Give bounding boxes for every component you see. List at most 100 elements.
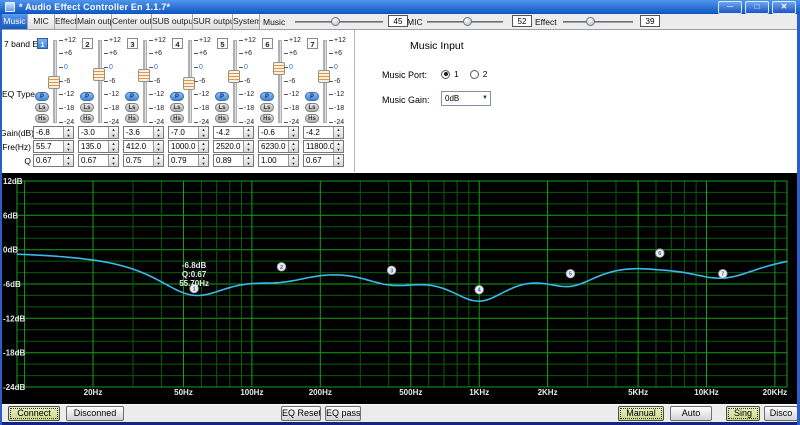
- spin-down-icon[interactable]: ▼: [109, 161, 118, 167]
- eq-band-1-type-hs-button[interactable]: Hs: [35, 114, 49, 123]
- spinner-arrows[interactable]: ▲▼: [288, 127, 298, 138]
- eq-band-3-type-p-button[interactable]: P: [125, 92, 139, 101]
- eq-band-6-type-p-button[interactable]: P: [260, 92, 274, 101]
- spin-down-icon[interactable]: ▼: [334, 133, 343, 139]
- music-slider-thumb[interactable]: [331, 17, 340, 26]
- eq-band-6-freq-input[interactable]: 6230.0▲▼: [258, 140, 299, 153]
- eq-pass-button[interactable]: EQ pass: [325, 406, 361, 421]
- effect-slider-value[interactable]: 39: [640, 15, 660, 27]
- spinner-arrows[interactable]: ▲▼: [243, 141, 253, 152]
- spinner-arrows[interactable]: ▲▼: [63, 155, 73, 166]
- spinner-arrows[interactable]: ▲▼: [153, 141, 163, 152]
- spin-down-icon[interactable]: ▼: [289, 133, 298, 139]
- eq-band-5-freq-input[interactable]: 2520.0▲▼: [213, 140, 254, 153]
- disconned-button[interactable]: Disconned: [66, 406, 124, 421]
- tab-effect[interactable]: Effect: [55, 14, 77, 29]
- eq-reset-button[interactable]: EQ Reset: [281, 406, 321, 421]
- eq-band-7-type-p-button[interactable]: P: [305, 92, 319, 101]
- eq-band-1-freq-input[interactable]: 55.7▲▼: [33, 140, 74, 153]
- spin-down-icon[interactable]: ▼: [244, 133, 253, 139]
- spin-down-icon[interactable]: ▼: [64, 147, 73, 153]
- eq-band-7-type-hs-button[interactable]: Hs: [305, 114, 319, 123]
- eq-band-1-gain-input[interactable]: -6.8▲▼: [33, 126, 74, 139]
- spinner-arrows[interactable]: ▲▼: [153, 127, 163, 138]
- eq-band-5-q-input[interactable]: 0.89▲▼: [213, 154, 254, 167]
- spinner-arrows[interactable]: ▲▼: [333, 155, 343, 166]
- eq-band-5-type-ls-button[interactable]: Ls: [215, 103, 229, 112]
- close-icon[interactable]: ✕: [772, 1, 796, 14]
- spin-down-icon[interactable]: ▼: [199, 133, 208, 139]
- spin-down-icon[interactable]: ▼: [109, 133, 118, 139]
- disco-button[interactable]: Disco: [764, 406, 798, 421]
- eq-band-7-q-input[interactable]: 0.67▲▼: [303, 154, 344, 167]
- eq-band-3-q-input[interactable]: 0.75▲▼: [123, 154, 164, 167]
- eq-band-1-selector[interactable]: 1: [37, 38, 48, 49]
- eq-band-7-freq-input[interactable]: 11800.0▲▼: [303, 140, 344, 153]
- spin-down-icon[interactable]: ▼: [244, 147, 253, 153]
- spin-down-icon[interactable]: ▼: [109, 147, 118, 153]
- eq-band-4-freq-input[interactable]: 1000.0▲▼: [168, 140, 209, 153]
- mic-slider-thumb[interactable]: [463, 17, 472, 26]
- spinner-arrows[interactable]: ▲▼: [108, 141, 118, 152]
- spinner-arrows[interactable]: ▲▼: [198, 155, 208, 166]
- eq-band-6-selector[interactable]: 6: [262, 38, 273, 49]
- spinner-arrows[interactable]: ▲▼: [198, 141, 208, 152]
- eq-band-2-type-hs-button[interactable]: Hs: [80, 114, 94, 123]
- eq-band-5-type-p-button[interactable]: P: [215, 92, 229, 101]
- spinner-arrows[interactable]: ▲▼: [243, 127, 253, 138]
- eq-band-4-type-p-button[interactable]: P: [170, 92, 184, 101]
- eq-band-3-type-ls-button[interactable]: Ls: [125, 103, 139, 112]
- spinner-arrows[interactable]: ▲▼: [153, 155, 163, 166]
- eq-band-4-gain-input[interactable]: -7.0▲▼: [168, 126, 209, 139]
- music-gain-select[interactable]: 0dB ▼: [441, 91, 491, 106]
- eq-band-3-gain-input[interactable]: -3.6▲▼: [123, 126, 164, 139]
- spin-down-icon[interactable]: ▼: [334, 161, 343, 167]
- eq-band-4-type-ls-button[interactable]: Ls: [170, 103, 184, 112]
- spinner-arrows[interactable]: ▲▼: [198, 127, 208, 138]
- tab-music[interactable]: Music: [2, 14, 28, 29]
- spinner-arrows[interactable]: ▲▼: [333, 141, 343, 152]
- spinner-arrows[interactable]: ▲▼: [333, 127, 343, 138]
- sing-button[interactable]: Sing: [726, 406, 760, 421]
- eq-band-4-selector[interactable]: 4: [172, 38, 183, 49]
- spin-down-icon[interactable]: ▼: [244, 161, 253, 167]
- music-port-1-radio[interactable]: [441, 70, 450, 79]
- eq-band-3-type-hs-button[interactable]: Hs: [125, 114, 139, 123]
- eq-band-2-freq-input[interactable]: 135.0▲▼: [78, 140, 119, 153]
- eq-band-2-selector[interactable]: 2: [82, 38, 93, 49]
- tab-mic[interactable]: MIC: [28, 14, 55, 29]
- tab-sur-output[interactable]: SUR output: [193, 14, 233, 29]
- spinner-arrows[interactable]: ▲▼: [108, 127, 118, 138]
- spinner-arrows[interactable]: ▲▼: [288, 141, 298, 152]
- eq-band-5-selector[interactable]: 5: [217, 38, 228, 49]
- music-slider-value[interactable]: 45: [388, 15, 408, 27]
- eq-band-6-type-hs-button[interactable]: Hs: [260, 114, 274, 123]
- eq-band-2-type-ls-button[interactable]: Ls: [80, 103, 94, 112]
- eq-band-2-gain-input[interactable]: -3.0▲▼: [78, 126, 119, 139]
- eq-band-4-q-input[interactable]: 0.79▲▼: [168, 154, 209, 167]
- auto-button[interactable]: Auto: [670, 406, 712, 421]
- spinner-arrows[interactable]: ▲▼: [108, 155, 118, 166]
- tab-sub-output[interactable]: SUB output: [152, 14, 193, 29]
- eq-band-4-type-hs-button[interactable]: Hs: [170, 114, 184, 123]
- eq-band-3-freq-input[interactable]: 412.0▲▼: [123, 140, 164, 153]
- spinner-arrows[interactable]: ▲▼: [63, 141, 73, 152]
- eq-band-6-q-input[interactable]: 1.00▲▼: [258, 154, 299, 167]
- tab-system[interactable]: System: [233, 14, 260, 29]
- eq-band-2-type-p-button[interactable]: P: [80, 92, 94, 101]
- eq-band-5-type-hs-button[interactable]: Hs: [215, 114, 229, 123]
- eq-band-6-type-ls-button[interactable]: Ls: [260, 103, 274, 112]
- music-port-2-radio[interactable]: [470, 70, 479, 79]
- mic-slider-value[interactable]: 52: [512, 15, 532, 27]
- spinner-arrows[interactable]: ▲▼: [243, 155, 253, 166]
- spin-down-icon[interactable]: ▼: [154, 161, 163, 167]
- spin-down-icon[interactable]: ▼: [199, 147, 208, 153]
- spin-down-icon[interactable]: ▼: [334, 147, 343, 153]
- eq-band-2-q-input[interactable]: 0.67▲▼: [78, 154, 119, 167]
- eq-band-6-gain-input[interactable]: -0.6▲▼: [258, 126, 299, 139]
- spinner-arrows[interactable]: ▲▼: [288, 155, 298, 166]
- spin-down-icon[interactable]: ▼: [154, 147, 163, 153]
- connect-button[interactable]: Connect: [8, 406, 60, 421]
- eq-band-3-selector[interactable]: 3: [127, 38, 138, 49]
- spin-down-icon[interactable]: ▼: [199, 161, 208, 167]
